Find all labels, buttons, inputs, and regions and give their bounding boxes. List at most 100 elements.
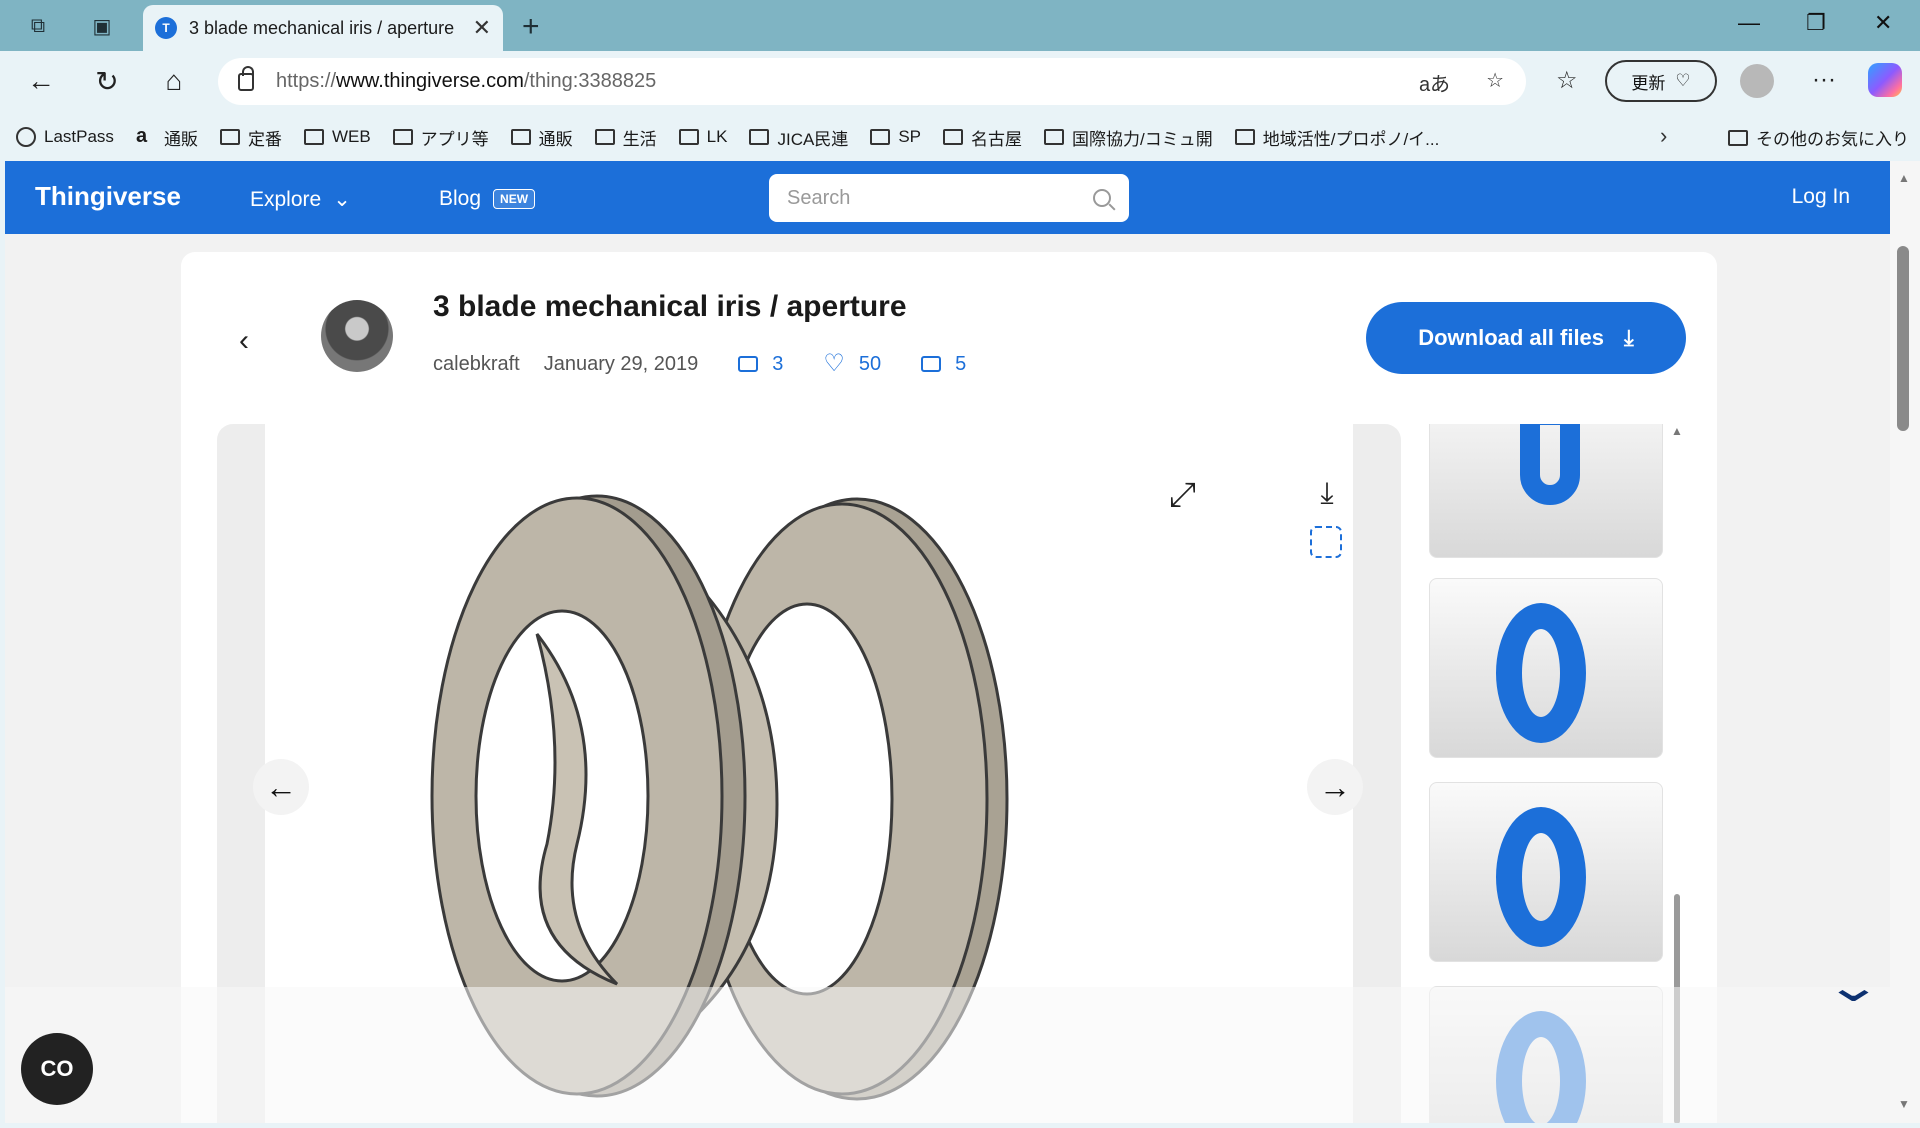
bookmark-folder[interactable]: 国際協力/コミュ開 bbox=[1044, 125, 1213, 150]
collections-count: 5 bbox=[955, 352, 967, 375]
author-avatar[interactable] bbox=[321, 300, 393, 372]
new-tab-icon[interactable]: + bbox=[522, 10, 540, 44]
bookmark-label: LastPass bbox=[44, 127, 114, 146]
bookmark-folder[interactable]: 名古屋 bbox=[943, 125, 1022, 150]
bookmark-folder[interactable]: SP bbox=[870, 127, 921, 147]
download-all-button[interactable]: Download all files ⤓ bbox=[1366, 302, 1686, 374]
new-badge: NEW bbox=[493, 189, 536, 209]
comments-stat[interactable]: 3 bbox=[738, 353, 783, 376]
folder-icon bbox=[921, 356, 942, 372]
folder-icon bbox=[303, 129, 324, 145]
chevron-right-icon[interactable]: › bbox=[1660, 123, 1667, 149]
site-header: Thingiverse Explore ⌄ Blog NEW Search Lo… bbox=[5, 161, 1890, 234]
bookmark-folder[interactable]: WEB bbox=[303, 127, 371, 147]
search-icon[interactable] bbox=[1093, 189, 1111, 207]
bookmark-folder[interactable]: 通販 bbox=[510, 125, 573, 150]
minimize-icon[interactable]: — bbox=[1738, 10, 1760, 36]
close-tab-icon[interactable]: ✕ bbox=[473, 15, 491, 41]
comments-icon bbox=[738, 356, 759, 372]
address-bar-row: ← ↻ ⌂ https://www.thingiverse.com/thing:… bbox=[0, 51, 1920, 113]
thumbnail[interactable] bbox=[1429, 424, 1663, 558]
favorites-list-icon[interactable]: ☆ bbox=[1556, 66, 1578, 95]
search-input[interactable]: Search bbox=[769, 174, 1129, 222]
fullscreen-icon[interactable]: ⤢ bbox=[1169, 476, 1196, 515]
folder-icon bbox=[870, 129, 891, 145]
update-button[interactable]: 更新 ♡ bbox=[1605, 60, 1717, 102]
bookmark-label: 生活 bbox=[622, 129, 657, 149]
heart-pulse-icon: ♡ bbox=[1675, 71, 1691, 90]
folder-icon bbox=[594, 129, 615, 145]
bookmark-label: 名古屋 bbox=[971, 129, 1022, 149]
next-image-button[interactable]: → bbox=[1307, 759, 1363, 815]
bookmark-folder[interactable]: LK bbox=[678, 127, 727, 147]
bookmark-label: SP bbox=[898, 127, 921, 146]
folder-icon bbox=[1234, 129, 1255, 145]
login-link[interactable]: Log In bbox=[1792, 185, 1850, 209]
more-menu-icon[interactable]: ··· bbox=[1812, 66, 1836, 94]
refresh-icon[interactable]: ↻ bbox=[90, 65, 124, 98]
url-field[interactable]: https://www.thingiverse.com/thing:338882… bbox=[218, 58, 1526, 105]
workspaces-icon[interactable]: ⧉ bbox=[24, 12, 52, 40]
cookie-settings-button[interactable]: CO bbox=[21, 1033, 93, 1105]
bookmark-label: 定番 bbox=[247, 129, 282, 149]
close-window-icon[interactable]: ✕ bbox=[1874, 10, 1892, 36]
folder-icon bbox=[1044, 129, 1064, 145]
browser-tab-active[interactable]: T 3 blade mechanical iris / aperture ✕ bbox=[143, 5, 503, 51]
profile-avatar-icon[interactable] bbox=[1740, 64, 1774, 98]
scroll-up-icon[interactable]: ▲ bbox=[1671, 424, 1683, 438]
chevron-down-icon: ⌄ bbox=[333, 188, 351, 211]
bookmark-label: 国際協力/コミュ開 bbox=[1072, 129, 1213, 149]
bookmark-item[interactable]: a 通販 bbox=[136, 125, 198, 150]
folder-icon bbox=[678, 129, 699, 145]
ar-scan-icon[interactable] bbox=[1310, 526, 1342, 558]
other-bookmarks[interactable]: その他のお気に入り bbox=[1728, 125, 1909, 150]
chevron-down-icon[interactable]: ⌄ bbox=[1824, 961, 1883, 1012]
bookmark-folder[interactable]: 生活 bbox=[594, 125, 657, 150]
thing-meta: calebkraft January 29, 2019 3 ♡ 50 5 bbox=[433, 352, 966, 376]
bookmark-folder[interactable]: 定番 bbox=[219, 125, 282, 150]
back-arrow-icon[interactable]: ‹ bbox=[239, 324, 249, 358]
likes-count: 50 bbox=[858, 352, 882, 375]
search-placeholder: Search bbox=[787, 186, 851, 209]
home-icon[interactable]: ⌂ bbox=[157, 65, 191, 97]
download-icon: ⤓ bbox=[1624, 325, 1634, 350]
bookmark-folder[interactable]: アプリ等 bbox=[392, 125, 489, 150]
favorite-star-icon[interactable]: ☆ bbox=[1486, 68, 1504, 97]
bookmark-label: JICA民連 bbox=[777, 129, 849, 149]
page-scrollbar[interactable]: ▲ ▼ bbox=[1890, 161, 1920, 1123]
thumbnail[interactable] bbox=[1429, 578, 1663, 758]
bookmark-folder[interactable]: 地域活性/プロポノ/イ... bbox=[1234, 125, 1439, 150]
amazon-icon: a bbox=[135, 125, 148, 147]
scroll-thumb[interactable] bbox=[1897, 246, 1909, 431]
back-icon[interactable]: ← bbox=[24, 65, 58, 97]
scroll-up-icon[interactable]: ▲ bbox=[1898, 171, 1910, 185]
bookmark-label: アプリ等 bbox=[420, 129, 489, 149]
heart-icon: ♡ bbox=[823, 350, 845, 377]
nav-blog[interactable]: Blog NEW bbox=[439, 187, 536, 211]
thumbnail[interactable] bbox=[1429, 782, 1663, 962]
folder-icon bbox=[749, 129, 770, 145]
nav-explore[interactable]: Explore ⌄ bbox=[250, 187, 351, 212]
bookmark-item[interactable]: LastPass bbox=[16, 127, 114, 147]
download-icon[interactable]: ⤓ bbox=[1307, 474, 1347, 514]
bookmarks-bar: LastPass a 通販 定番 WEB アプリ等 通販 生活 LK JICA民連… bbox=[0, 113, 1920, 161]
tab-title: 3 blade mechanical iris / aperture bbox=[189, 17, 455, 38]
update-label: 更新 bbox=[1631, 73, 1666, 93]
copilot-icon[interactable] bbox=[1868, 63, 1902, 97]
previous-image-button[interactable]: ← bbox=[253, 759, 309, 815]
translate-icon[interactable]: aあ bbox=[1419, 68, 1450, 97]
vertical-tabs-icon[interactable]: ▣ bbox=[88, 12, 116, 40]
restore-icon[interactable]: ❐ bbox=[1806, 10, 1826, 36]
likes-stat[interactable]: ♡ 50 bbox=[823, 352, 881, 376]
site-logo[interactable]: Thingiverse bbox=[35, 181, 181, 212]
collections-stat[interactable]: 5 bbox=[921, 353, 966, 376]
folder-icon bbox=[392, 129, 413, 145]
thingiverse-favicon-icon: T bbox=[155, 17, 177, 39]
url-host: www.thingiverse.com bbox=[336, 70, 524, 92]
lock-icon[interactable] bbox=[238, 65, 254, 91]
scroll-down-icon[interactable]: ▼ bbox=[1898, 1097, 1910, 1111]
folder-icon bbox=[219, 129, 240, 145]
bookmark-label: 通販 bbox=[538, 129, 573, 149]
author-link[interactable]: calebkraft bbox=[433, 353, 520, 376]
bookmark-folder[interactable]: JICA民連 bbox=[749, 125, 848, 150]
